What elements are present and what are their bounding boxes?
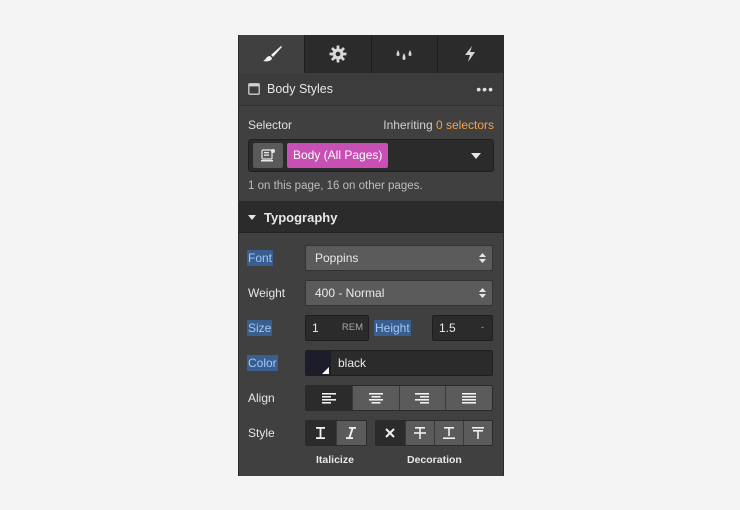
decoration-button-group <box>375 420 493 446</box>
color-row: Color black <box>239 350 503 376</box>
strikethrough-icon <box>413 427 426 439</box>
more-options-button[interactable]: ••• <box>476 81 494 97</box>
tab-style-manager[interactable] <box>372 35 438 73</box>
tag-icon <box>261 149 275 162</box>
italic-style-button[interactable] <box>336 421 366 445</box>
line-height-input[interactable]: 1.5 - <box>432 315 493 341</box>
color-input[interactable]: black <box>305 350 493 376</box>
size-unit-select[interactable]: REM <box>342 316 363 340</box>
align-justify-button[interactable] <box>446 386 492 410</box>
italic-button-group <box>305 420 367 446</box>
updown-arrows-icon <box>479 253 486 263</box>
align-right-icon <box>415 392 430 404</box>
weight-select[interactable]: 400 - Normal <box>305 280 493 306</box>
drops-icon <box>396 50 412 60</box>
selector-type-button[interactable] <box>253 143 283 168</box>
paintbrush-icon <box>262 46 282 62</box>
tab-settings[interactable] <box>305 35 372 73</box>
size-value: 1 <box>312 321 319 335</box>
underline-button[interactable] <box>434 421 464 445</box>
typography-title: Typography <box>264 209 338 225</box>
align-button-group <box>305 385 493 411</box>
height-unit-select[interactable]: - <box>481 316 484 340</box>
font-select[interactable]: Poppins <box>305 245 493 271</box>
chevron-down-icon[interactable] <box>471 152 481 159</box>
size-height-row: Size 1 REM Height 1.5 - <box>239 315 503 341</box>
align-center-button[interactable] <box>352 386 400 410</box>
panel-header: Body Styles ••• <box>239 73 503 106</box>
height-label: Height <box>374 320 411 336</box>
selector-section: Selector Inheriting 0 selectors Body (Al… <box>239 106 503 202</box>
typography-section-header[interactable]: Typography <box>239 202 503 233</box>
font-row: Font Poppins <box>239 245 503 271</box>
overline-icon <box>472 427 484 439</box>
regular-style-button[interactable] <box>306 421 337 445</box>
align-justify-icon <box>462 392 477 404</box>
inheriting-selectors-link[interactable]: 0 selectors <box>436 118 494 132</box>
align-right-button[interactable] <box>399 386 447 410</box>
panel-tabs <box>239 35 503 73</box>
color-swatch[interactable] <box>306 351 331 375</box>
style-label: Style <box>248 426 275 440</box>
weight-row: Weight 400 - Normal <box>239 280 503 306</box>
tab-style[interactable] <box>239 35 306 73</box>
x-icon <box>385 428 396 438</box>
color-value: black <box>338 356 367 370</box>
overline-button[interactable] <box>464 421 492 445</box>
text-cursor-icon <box>316 427 326 439</box>
page-icon <box>248 83 260 95</box>
weight-value: 400 - Normal <box>315 286 385 300</box>
weight-label: Weight <box>248 286 286 300</box>
align-row: Align <box>239 385 503 411</box>
no-decoration-button[interactable] <box>376 421 406 445</box>
align-left-button[interactable] <box>306 386 353 410</box>
align-label: Align <box>248 391 275 405</box>
decoration-caption: Decoration <box>407 454 462 466</box>
font-value: Poppins <box>315 251 359 265</box>
updown-arrows-icon <box>479 288 486 298</box>
caret-down-icon <box>248 214 256 220</box>
selector-label: Selector <box>248 118 293 132</box>
size-label: Size <box>247 320 273 336</box>
inheriting-info: Inheriting 0 selectors <box>383 118 494 132</box>
strikethrough-button[interactable] <box>405 421 435 445</box>
tab-interactions[interactable] <box>438 35 503 73</box>
selector-field[interactable]: Body (All Pages) <box>248 139 494 172</box>
color-label: Color <box>247 355 278 371</box>
size-input[interactable]: 1 REM <box>305 315 369 341</box>
selector-usage-note: 1 on this page, 16 on other pages. <box>248 180 423 192</box>
gear-icon <box>329 45 347 63</box>
italic-icon <box>346 427 357 439</box>
panel-title: Body Styles <box>267 82 334 96</box>
align-left-icon <box>321 392 336 404</box>
style-panel: Body Styles ••• Selector Inheriting 0 se… <box>238 35 504 476</box>
font-label: Font <box>247 250 274 266</box>
style-row: Style <box>239 420 503 446</box>
height-value: 1.5 <box>439 321 456 335</box>
italicize-caption: Italicize <box>316 454 354 466</box>
underline-icon <box>442 427 455 439</box>
lightning-icon <box>465 46 476 62</box>
selector-tag-body[interactable]: Body (All Pages) <box>287 143 389 168</box>
inheriting-prefix: Inheriting <box>383 118 433 132</box>
align-center-icon <box>368 392 383 404</box>
